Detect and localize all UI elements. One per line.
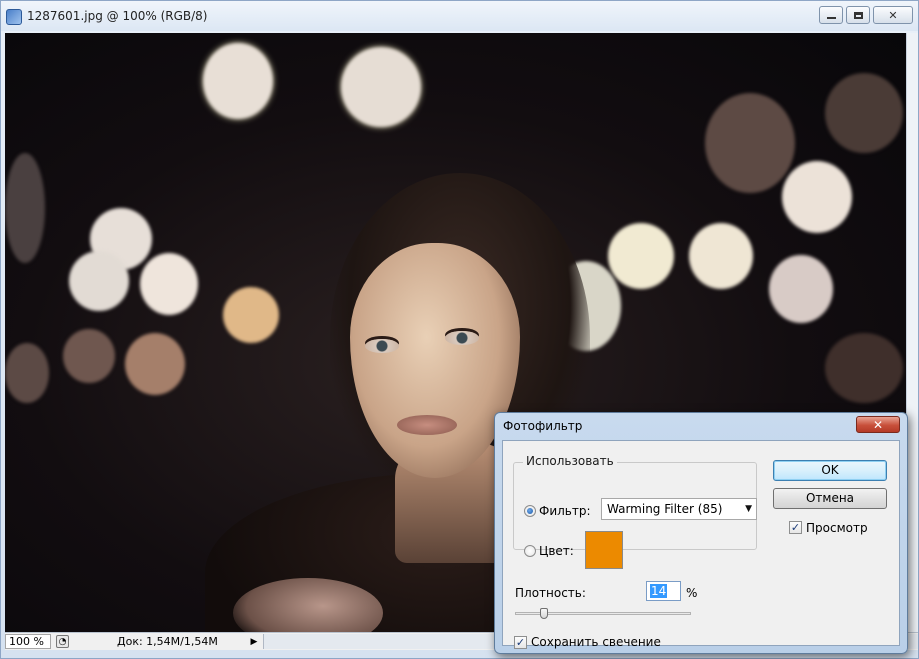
- close-window-button[interactable]: ✕: [873, 6, 913, 24]
- bokeh-light: [341, 47, 421, 127]
- dialog-close-button[interactable]: ✕: [856, 416, 900, 433]
- minimize-button[interactable]: [819, 6, 843, 24]
- document-size-info: Док: 1,54M/1,54M: [117, 635, 218, 648]
- minimize-icon: [826, 17, 836, 19]
- bokeh-light: [825, 73, 903, 153]
- dialog-titlebar[interactable]: Фотофильтр ✕: [495, 413, 907, 439]
- bokeh-light: [203, 43, 273, 119]
- bokeh-light: [63, 329, 115, 383]
- preserve-luminosity-label[interactable]: Сохранить свечение: [531, 635, 661, 649]
- photoshop-doc-icon: [6, 9, 22, 25]
- status-menu-arrow-icon[interactable]: ▶: [247, 635, 261, 648]
- bokeh-light: [223, 287, 279, 343]
- close-icon: ✕: [888, 8, 898, 22]
- bokeh-light: [140, 253, 198, 315]
- bokeh-light: [69, 251, 129, 311]
- bokeh-light: [5, 153, 45, 263]
- dialog-body: Использовать Фильтр: Warming Filter (85)…: [502, 440, 900, 649]
- preview-label[interactable]: Просмотр: [806, 521, 868, 535]
- filter-radio[interactable]: [524, 505, 536, 517]
- lips-shape: [397, 415, 457, 435]
- density-input[interactable]: 14: [646, 581, 681, 601]
- dropdown-arrow-icon: ▼: [745, 504, 752, 514]
- document-title: 1287601.jpg @ 100% (RGB/8): [27, 9, 208, 23]
- cancel-button[interactable]: Отмена: [773, 488, 887, 509]
- bokeh-light: [125, 333, 185, 395]
- use-groupbox: Использовать Фильтр: Warming Filter (85)…: [513, 454, 757, 569]
- bokeh-light: [5, 343, 49, 403]
- maximize-icon: [853, 11, 863, 19]
- bokeh-light: [825, 333, 903, 403]
- density-slider[interactable]: [515, 608, 691, 619]
- document-titlebar[interactable]: 1287601.jpg @ 100% (RGB/8) ✕: [1, 1, 918, 31]
- filter-dropdown[interactable]: Warming Filter (85) ▼: [601, 498, 757, 520]
- preview-checkbox[interactable]: ✓: [789, 521, 802, 534]
- bokeh-light: [782, 161, 852, 233]
- filter-radio-label[interactable]: Фильтр:: [539, 504, 591, 518]
- zoom-field[interactable]: 100 %: [5, 634, 51, 649]
- status-info-icon[interactable]: ◔: [56, 635, 69, 648]
- density-value: 14: [650, 584, 668, 598]
- bokeh-light: [608, 223, 674, 289]
- eye-right: [445, 331, 479, 345]
- close-icon: ✕: [872, 417, 884, 432]
- preserve-luminosity-checkbox[interactable]: ✓: [514, 636, 527, 649]
- photo-filter-dialog: Фотофильтр ✕ Использовать Фильтр: Warmin…: [494, 412, 908, 654]
- bokeh-light: [689, 223, 753, 289]
- eye-left: [365, 339, 399, 353]
- color-radio-label[interactable]: Цвет:: [539, 544, 574, 558]
- density-unit: %: [686, 586, 698, 600]
- ok-button[interactable]: OK: [773, 460, 887, 481]
- color-swatch[interactable]: [585, 531, 623, 569]
- density-slider-thumb[interactable]: [540, 608, 548, 619]
- use-group-legend: Использовать: [523, 454, 617, 468]
- filter-dropdown-value: Warming Filter (85): [607, 502, 723, 516]
- density-label: Плотность:: [515, 586, 586, 600]
- bokeh-light: [769, 255, 833, 323]
- bokeh-light: [705, 93, 795, 193]
- dialog-title: Фотофильтр: [503, 419, 583, 433]
- maximize-button[interactable]: [846, 6, 870, 24]
- color-radio[interactable]: [524, 545, 536, 557]
